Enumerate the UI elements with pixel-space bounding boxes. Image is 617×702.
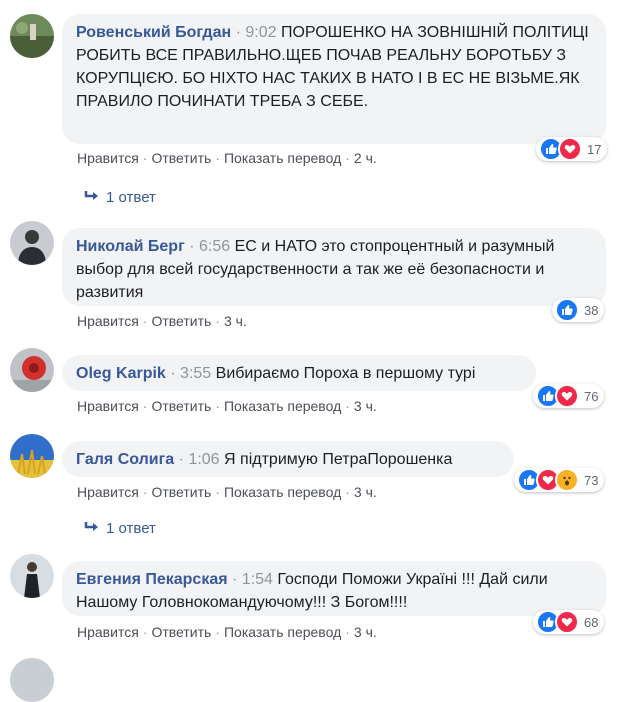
- action-separator: ·: [142, 624, 148, 640]
- comment-author[interactable]: Евгения Пекарская: [76, 571, 228, 588]
- comment-text: Вибираємо Пороха в першому турі: [215, 365, 476, 382]
- replies-link[interactable]: 1 ответ: [84, 189, 156, 206]
- reaction-count: 38: [584, 302, 599, 318]
- action-separator: ·: [345, 484, 350, 500]
- reply-link[interactable]: Ответить: [151, 484, 211, 500]
- action-separator: ·: [345, 150, 350, 166]
- action-separator: ·: [142, 398, 148, 414]
- reaction-count: 73: [584, 472, 599, 488]
- replies-link[interactable]: 1 ответ: [84, 520, 156, 537]
- reply-link[interactable]: Ответить: [151, 150, 211, 166]
- translate-link[interactable]: Показать перевод: [224, 150, 341, 166]
- reaction-summary[interactable]: 17: [536, 137, 608, 161]
- like-link[interactable]: Нравится: [77, 313, 139, 329]
- reply-link[interactable]: Ответить: [151, 398, 211, 414]
- comment-separator: ·: [178, 451, 184, 468]
- reply-link[interactable]: Ответить: [151, 624, 211, 640]
- comment-age[interactable]: 3 ч.: [354, 624, 377, 640]
- action-separator: ·: [215, 624, 220, 640]
- comment-bubble: Галя Солига · 1:06 Я підтримую ПетраПоро…: [62, 441, 514, 477]
- like-link[interactable]: Нравится: [77, 484, 139, 500]
- comment-bubble: Oleg Karpik · 3:55 Вибираємо Пороха в пе…: [62, 355, 536, 391]
- avatar-karpik[interactable]: [10, 348, 54, 392]
- reaction-count: 68: [584, 614, 599, 630]
- avatar-berg[interactable]: [10, 221, 54, 265]
- action-separator: ·: [215, 313, 220, 329]
- comment-actions: Нравится · Ответить · 3 ч.: [77, 313, 247, 329]
- like-icon: [555, 298, 579, 322]
- reply-arrow-icon: [84, 520, 106, 537]
- reaction-summary[interactable]: 76: [533, 384, 605, 408]
- comment-age[interactable]: 3 ч.: [224, 313, 247, 329]
- action-separator: ·: [345, 398, 350, 414]
- replies-count: 1 ответ: [106, 520, 156, 537]
- like-link[interactable]: Нравится: [77, 398, 139, 414]
- love-icon: [558, 137, 582, 161]
- comment-separator: ·: [235, 24, 241, 41]
- comment-time[interactable]: 6:56: [199, 238, 230, 255]
- comment-bubble: Евгения Пекарская · 1:54 Господи Поможи …: [62, 561, 606, 616]
- reaction-count: 17: [587, 141, 602, 157]
- reply-arrow-icon: [84, 189, 106, 206]
- avatar-rovenskyi[interactable]: [10, 14, 54, 58]
- comment-age[interactable]: 2 ч.: [354, 150, 377, 166]
- reaction-count: 76: [584, 388, 599, 404]
- action-separator: ·: [215, 398, 220, 414]
- action-separator: ·: [142, 484, 148, 500]
- comment-author[interactable]: Oleg Karpik: [76, 365, 166, 382]
- reaction-summary[interactable]: 73: [514, 468, 605, 492]
- comment-actions: Нравится · Ответить · Показать перевод · 3 ч.: [77, 624, 377, 640]
- translate-link[interactable]: Показать перевод: [224, 484, 341, 500]
- action-separator: ·: [142, 150, 148, 166]
- comment-bubble: Николай Берг · 6:56 ЕС и НАТО это стопро…: [62, 228, 606, 306]
- comment-author[interactable]: Николай Берг: [76, 238, 185, 255]
- comment-age[interactable]: 3 ч.: [354, 484, 377, 500]
- comment-separator: ·: [189, 238, 195, 255]
- comment-time[interactable]: 1:54: [242, 571, 273, 588]
- reaction-summary[interactable]: 68: [533, 610, 605, 634]
- love-icon: [555, 610, 579, 634]
- comment-author[interactable]: Галя Солига: [76, 451, 174, 468]
- comment-actions: Нравится · Ответить · Показать перевод · 3 ч.: [77, 398, 377, 414]
- comment-bubble: Ровенський Богдан · 9:02 ПОРОШЕНКО НА ЗО…: [62, 14, 606, 144]
- action-separator: ·: [215, 150, 220, 166]
- action-separator: ·: [142, 313, 148, 329]
- comment-separator: ·: [232, 571, 238, 588]
- replies-count: 1 ответ: [106, 189, 156, 206]
- like-link[interactable]: Нравится: [77, 150, 139, 166]
- translate-link[interactable]: Показать перевод: [224, 398, 341, 414]
- comment-time[interactable]: 9:02: [245, 24, 276, 41]
- avatar-pekarska[interactable]: [10, 554, 54, 598]
- translate-link[interactable]: Показать перевод: [224, 624, 341, 640]
- comment-actions: Нравится · Ответить · Показать перевод · 3 ч.: [77, 484, 377, 500]
- reaction-summary[interactable]: 38: [552, 298, 605, 322]
- comment-separator: ·: [170, 365, 176, 382]
- comment-time[interactable]: 3:55: [180, 365, 211, 382]
- wow-icon: [555, 468, 579, 492]
- comment-actions: Нравится · Ответить · Показать перевод · 2 ч.: [77, 150, 377, 166]
- action-separator: ·: [215, 484, 220, 500]
- comment-age[interactable]: 3 ч.: [354, 398, 377, 414]
- comment-author[interactable]: Ровенський Богдан: [76, 24, 231, 41]
- avatar-next[interactable]: [10, 658, 54, 702]
- love-icon: [555, 384, 579, 408]
- action-separator: ·: [345, 624, 350, 640]
- reply-link[interactable]: Ответить: [151, 313, 211, 329]
- comment-time[interactable]: 1:06: [188, 451, 219, 468]
- avatar-solyha[interactable]: [10, 434, 54, 478]
- like-link[interactable]: Нравится: [77, 624, 139, 640]
- comment-text: Я підтримую ПетраПорошенка: [224, 451, 453, 468]
